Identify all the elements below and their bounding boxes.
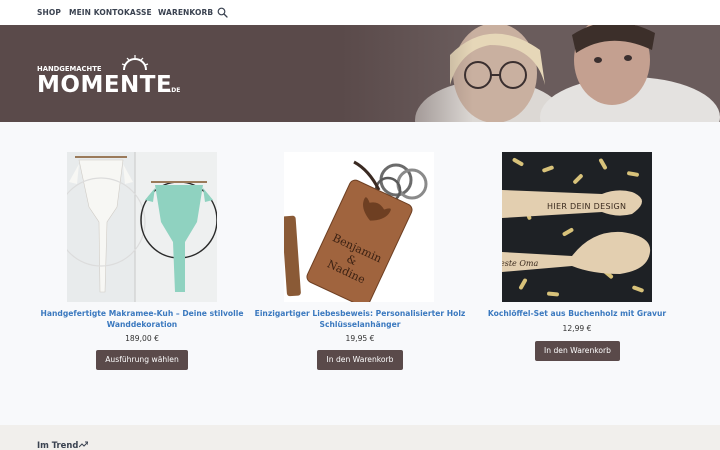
nav-mein-konto[interactable]: MEIN KONTO [69,8,124,17]
trending-up-icon [79,441,88,448]
trend-heading: Im Trend [37,440,79,450]
product-image-makramee[interactable] [67,152,217,302]
top-navigation: SHOP MEIN KONTO KASSE WARENKORB [0,0,720,25]
logo-graphic: HANDGEMACHTE MOMENTE .DE [37,55,180,98]
add-to-cart-button[interactable]: In den Warenkorb [317,350,403,370]
product-price: 19,95 € [345,334,375,343]
logo-suffix-text: .DE [169,87,180,94]
add-to-cart-button[interactable]: In den Warenkorb [535,341,620,361]
engraving-top: HIER DEIN DESIGN [547,202,626,211]
logo-main-text: MOMENTE [37,72,172,97]
product-image-spoons[interactable]: HIER DEIN DESIGN este Oma [502,152,652,302]
product-price: 12,99 € [562,324,592,333]
select-options-button[interactable]: Ausführung wählen [96,350,188,370]
product-grid: Handgefertigte Makramee-Kuh – Deine stil… [0,122,720,425]
engraving-bottom: este Oma [502,259,538,268]
hero-couple-photo [340,25,720,122]
trend-section: Im Trend [0,425,720,450]
product-image-keychain[interactable]: Benjamin & Nadine [284,152,434,302]
site-logo[interactable]: HANDGEMACHTE MOMENTE .DE [37,52,187,98]
product-title[interactable]: Einzigartiger Liebesbeweis: Personalisie… [250,308,470,330]
nav-shop[interactable]: SHOP [37,8,61,17]
product-title[interactable]: Kochlöffel-Set aus Buchenholz mit Gravur [467,308,687,319]
hero-banner: HANDGEMACHTE MOMENTE .DE [0,25,720,122]
sun-icon [121,55,149,71]
product-price: 189,00 € [125,334,159,343]
product-title[interactable]: Handgefertigte Makramee-Kuh – Deine stil… [32,308,252,330]
nav-kasse[interactable]: KASSE [124,8,152,17]
nav-warenkorb[interactable]: WARENKORB [158,8,213,17]
search-icon[interactable] [217,7,228,18]
